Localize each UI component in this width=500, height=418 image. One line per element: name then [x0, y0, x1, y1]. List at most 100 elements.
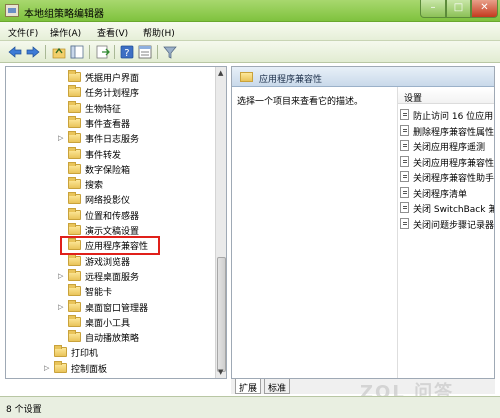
tree-item-label: 网络投影仪 [85, 196, 131, 207]
tree-item-label: 智能卡 [85, 288, 113, 299]
setting-label: 关闭程序兼容性助手 [413, 174, 495, 184]
toolbar: ? [0, 41, 500, 63]
maximize-button[interactable]: □ [446, 0, 471, 18]
filter-icon[interactable] [163, 45, 177, 59]
folder-icon [68, 192, 81, 205]
details-header: 应用程序兼容性 [232, 67, 494, 87]
folder-icon [54, 360, 67, 373]
menu-help[interactable]: 帮助(H) [143, 26, 175, 39]
folder-icon [68, 284, 81, 297]
setting-label: 删除程序兼容性属性 [413, 127, 495, 138]
policy-setting-icon [400, 109, 409, 120]
help-icon[interactable]: ? [120, 45, 134, 59]
policy-setting-icon [400, 186, 409, 198]
setting-label: 关闭程序清单 [413, 189, 468, 200]
details-title: 应用程序兼容性 [259, 75, 323, 85]
setting-label: 关闭应用程序兼容性 [413, 158, 495, 169]
tree-item-label: 事件日志服务 [85, 135, 140, 146]
scrollbar-thumb[interactable] [217, 257, 226, 372]
tree-item-label: 桌面窗口管理器 [85, 303, 149, 314]
policy-tree[interactable]: 凭据用户界面 任务计划程序 生物特征事件查看器 ▷ 事件日志服务 事件转发数字保险箱搜索网… [5, 66, 227, 379]
tree-item-label: 任务计划程序 [85, 89, 140, 100]
folder-icon [68, 207, 81, 220]
setting-row[interactable]: 关闭问题步骤记录器 [400, 216, 495, 231]
setting-label: 防止访问 16 位应用 [413, 112, 494, 122]
setting-label: 关闭问题步骤记录器 [413, 220, 495, 231]
expand-arrow-icon[interactable]: ▷ [58, 134, 63, 142]
setting-row[interactable]: 关闭程序清单 [400, 185, 494, 200]
tree-item-label: 事件转发 [85, 150, 122, 161]
setting-row[interactable]: 关闭应用程序遥测 [400, 138, 494, 153]
setting-row[interactable]: 删除程序兼容性属性 [400, 123, 495, 138]
tree-item-label: 生物特征 [85, 104, 122, 115]
tab-extended[interactable]: 扩展 [235, 379, 262, 394]
policy-setting-icon [400, 124, 409, 136]
status-text: 8 个设置 [6, 405, 42, 415]
folder-icon [240, 72, 253, 82]
tree-item-label: 远程桌面服务 [85, 272, 140, 283]
folder-icon [68, 131, 81, 144]
folder-icon [68, 161, 81, 174]
description-text: 选择一个项目来查看它的描述。 [237, 97, 364, 107]
close-button[interactable]: ✕ [471, 0, 498, 18]
details-pane: 应用程序兼容性 选择一个项目来查看它的描述。 设置 防止访问 16 位应用 删除程… [231, 66, 495, 379]
title-bar: 本地组策略编辑器 – □ ✕ [0, 0, 500, 22]
folder-icon [68, 268, 81, 281]
setting-label: 关闭应用程序遥测 [413, 143, 486, 153]
properties-icon[interactable] [138, 45, 152, 59]
tree-item-label: 打印机 [71, 349, 99, 360]
folder-icon [54, 345, 67, 358]
menu-file[interactable]: 文件(F) [8, 26, 38, 39]
forward-arrow-icon[interactable] [26, 45, 40, 59]
svg-text:?: ? [124, 48, 129, 59]
tab-standard[interactable]: 标准 [264, 379, 291, 394]
policy-setting-icon [400, 171, 409, 182]
setting-row[interactable]: 关闭应用程序兼容性 [400, 154, 495, 169]
menu-view[interactable]: 查看(V) [97, 26, 128, 39]
up-folder-icon[interactable] [52, 45, 66, 59]
folder-icon [68, 70, 81, 82]
back-arrow-icon[interactable] [8, 45, 22, 59]
scroll-down-arrow-icon[interactable]: ▼ [218, 368, 223, 376]
folder-icon [68, 146, 81, 159]
tree-item-label: 控制面板 [71, 364, 108, 375]
folder-icon [68, 85, 81, 98]
folder-icon [68, 177, 81, 190]
expand-arrow-icon[interactable]: ▷ [58, 272, 63, 280]
window-title: 本地组策略编辑器 [24, 9, 104, 20]
tree-item-label: 凭据用户界面 [85, 74, 140, 84]
tree-item-label: 搜索 [85, 181, 104, 192]
minimize-button[interactable]: – [420, 0, 446, 18]
folder-icon [68, 253, 81, 266]
show-hide-tree-icon[interactable] [70, 45, 84, 59]
expand-arrow-icon[interactable]: ▷ [44, 364, 49, 372]
status-bar: 8 个设置 [0, 396, 500, 418]
folder-icon [68, 100, 81, 113]
folder-icon [68, 223, 81, 235]
tree-item-label: 游戏浏览器 [85, 257, 131, 268]
expand-arrow-icon[interactable]: ▷ [58, 303, 63, 311]
folder-icon [68, 299, 81, 312]
setting-row[interactable]: 关闭程序兼容性助手 [400, 169, 495, 184]
folder-icon [68, 314, 81, 327]
policy-setting-icon [400, 217, 409, 229]
tree-scrollbar[interactable]: ▲ ▼ [215, 67, 226, 378]
menu-bar: 文件(F) 操作(A) 查看(V) 帮助(H) [0, 22, 500, 41]
menu-action[interactable]: 操作(A) [50, 26, 81, 39]
setting-row[interactable]: 防止访问 16 位应用 [400, 107, 494, 122]
folder-icon [68, 115, 81, 128]
scroll-up-arrow-icon[interactable]: ▲ [218, 69, 223, 77]
policy-setting-icon [400, 140, 409, 151]
tree-item-label: 自动播放策略 [85, 334, 140, 345]
settings-column-header[interactable]: 设置 [398, 88, 494, 104]
tree-item-label: 位置和传感器 [85, 211, 140, 222]
policy-setting-icon [400, 155, 409, 167]
tree-item-label: 数字保险箱 [85, 165, 131, 176]
export-list-icon[interactable] [96, 45, 110, 59]
settings-list: 设置 防止访问 16 位应用 删除程序兼容性属性 关闭应用程序遥测 关闭应用程序兼容性… [397, 87, 495, 378]
tree-item-label: 事件查看器 [85, 119, 131, 130]
setting-label: 关闭 SwitchBack 兼 [413, 205, 495, 215]
setting-row[interactable]: 关闭 SwitchBack 兼 [400, 200, 495, 215]
tree-item-label: 桌面小工具 [85, 318, 131, 329]
policy-setting-icon [400, 202, 409, 213]
